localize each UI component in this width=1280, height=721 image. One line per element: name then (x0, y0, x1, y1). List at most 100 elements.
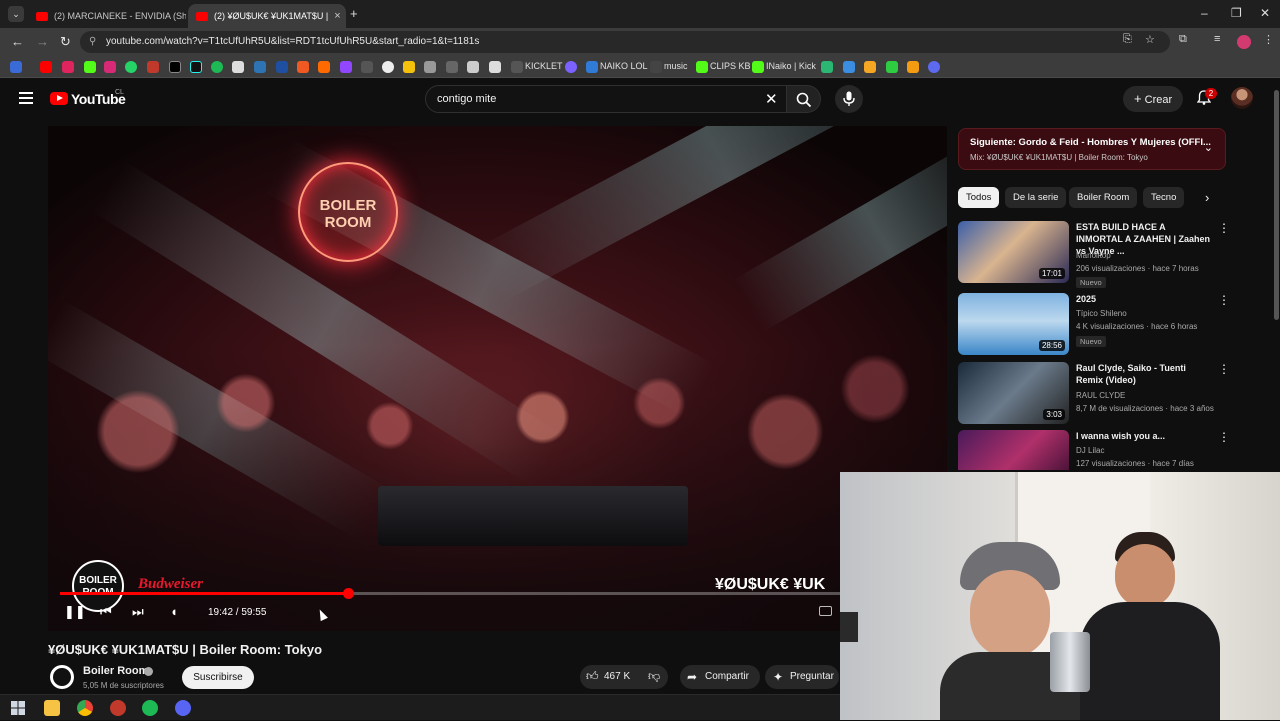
like-count[interactable]: 467 K (604, 671, 630, 682)
video-thumbnail[interactable]: 28:56 (958, 293, 1069, 355)
minimize-icon[interactable]: – (1201, 6, 1208, 20)
chip-todos[interactable]: Todos (958, 187, 1000, 208)
next-icon[interactable]: ⏭ (132, 604, 144, 620)
bookmark-whatsapp-icon[interactable] (125, 61, 137, 73)
more-options-icon[interactable]: ⋮ (1218, 221, 1230, 235)
bookmark-naiko-lol-icon[interactable] (586, 61, 598, 73)
bookmark-icon[interactable] (62, 61, 74, 73)
more-options-icon[interactable]: ⋮ (1218, 293, 1230, 307)
like-icon[interactable]: 👍︎ (586, 669, 599, 684)
recommendation-title[interactable]: Raul Clyde, Saiko - Tuenti Remix (Video) (1076, 362, 1214, 386)
bookmark-icon[interactable] (821, 61, 833, 73)
recommendation-channel[interactable]: DJ Lilac (1076, 446, 1104, 455)
browser-tab-2[interactable]: (2) ¥ØU$UK€ ¥UK1MAT$U | × (188, 4, 346, 28)
chip-de-la-serie[interactable]: De la serie (1005, 187, 1067, 208)
recommendation-item[interactable]: 28:56 2025 Típico Shileno 4 K visualizac… (958, 293, 1230, 357)
bookmark-instagram-icon[interactable] (104, 61, 116, 73)
bookmark-icon[interactable] (382, 61, 394, 73)
youtube-logo-icon[interactable] (50, 92, 68, 105)
bookmark-icon[interactable] (446, 61, 458, 73)
apps-icon[interactable] (10, 61, 22, 73)
create-button[interactable]: + Crear (1123, 86, 1183, 112)
reload-icon[interactable]: ↻ (60, 34, 71, 50)
bookmark-music-icon[interactable] (650, 61, 662, 73)
search-input[interactable]: contigo mite (425, 85, 787, 113)
progress-bar[interactable] (60, 588, 935, 599)
page-scrollbar[interactable] (1274, 90, 1279, 320)
bookmark-clips-icon[interactable] (696, 61, 708, 73)
search-button[interactable] (787, 85, 821, 113)
tab-search-icon[interactable]: ⌄ (8, 6, 24, 22)
bookmark-kick-icon[interactable] (752, 61, 764, 73)
forward-icon[interactable]: → (36, 34, 49, 49)
chip-boiler-room[interactable]: Boiler Room (1069, 187, 1138, 208)
bookmark-kick-icon[interactable] (84, 61, 96, 73)
subscribe-button[interactable]: Suscribirse (182, 666, 254, 689)
bookmark-label[interactable]: INaiko | Kick (766, 61, 816, 71)
back-icon[interactable]: ← (11, 34, 24, 49)
bookmark-icon[interactable] (565, 61, 577, 73)
bookmark-icon[interactable] (147, 61, 159, 73)
bookmark-icon[interactable] (232, 61, 244, 73)
up-next-panel[interactable]: Siguiente: Gordo & Feid - Hombres Y Muje… (958, 128, 1226, 170)
browser-menu-icon[interactable]: ⋮ (1263, 33, 1274, 46)
chrome-icon[interactable] (77, 700, 93, 716)
pause-icon[interactable]: ❚❚ (64, 604, 86, 620)
new-tab-button[interactable]: + (350, 6, 358, 21)
video-thumbnail[interactable]: 17:01 (958, 221, 1069, 283)
recommendation-channel[interactable]: RAUL CLYDE (1076, 391, 1125, 400)
bookmark-label[interactable]: KICKLET (525, 61, 563, 71)
bookmark-kicklet-icon[interactable] (511, 61, 523, 73)
more-options-icon[interactable]: ⋮ (1218, 362, 1230, 376)
chevron-right-icon[interactable]: › (1205, 190, 1209, 205)
bookmark-icon[interactable] (340, 61, 352, 73)
channel-name[interactable]: Boiler Room (83, 665, 148, 677)
share-button[interactable]: ➦ Compartir (680, 665, 760, 689)
browser-tab-1[interactable]: (2) MARCIANEKE - ENVIDIA (Sh × (28, 4, 186, 28)
bookmark-icon[interactable] (297, 61, 309, 73)
bookmark-icon[interactable] (318, 61, 330, 73)
recommendation-item[interactable]: 17:01 ESTA BUILD HACE A INMORTAL A ZAAHE… (958, 221, 1230, 288)
bookmark-icon[interactable] (928, 61, 940, 73)
bookmark-youtube-icon[interactable] (40, 61, 52, 73)
maximize-icon[interactable]: ❐ (1231, 6, 1242, 20)
subtitles-icon[interactable] (819, 606, 832, 616)
discord-icon[interactable] (175, 700, 191, 716)
voice-search-button[interactable] (835, 85, 863, 113)
recommendation-item[interactable]: I wanna wish you a... DJ Lilac 127 visua… (958, 430, 1226, 470)
previous-icon[interactable]: ⏮ (100, 604, 112, 620)
bookmark-star-icon[interactable]: ☆ (1145, 33, 1155, 46)
clear-search-icon[interactable]: ✕ (765, 90, 778, 108)
bookmark-icon[interactable] (403, 61, 415, 73)
progress-scrubber-handle[interactable] (342, 588, 354, 599)
app-icon[interactable] (110, 700, 126, 716)
bookmark-icon[interactable] (254, 61, 266, 73)
profile-icon[interactable] (1237, 35, 1251, 49)
bookmark-icon[interactable] (361, 61, 373, 73)
hamburger-menu-icon[interactable] (19, 92, 33, 104)
bookmark-tiktok-icon[interactable] (190, 61, 202, 73)
bookmark-icon[interactable] (864, 61, 876, 73)
chip-tecno[interactable]: Tecno (1143, 187, 1185, 208)
bookmark-icon[interactable] (489, 61, 501, 73)
recommendation-title[interactable]: I wanna wish you a... (1076, 430, 1214, 442)
recommendation-channel[interactable]: Manolitop (1076, 251, 1111, 260)
channel-avatar[interactable] (50, 665, 74, 689)
media-controls-icon[interactable]: ≡ (1214, 33, 1220, 45)
recommendation-item[interactable]: 3:03 Raul Clyde, Saiko - Tuenti Remix (V… (958, 362, 1230, 426)
extensions-icon[interactable]: ⧉ (1179, 33, 1187, 46)
spotify-icon[interactable] (142, 700, 158, 716)
recommendation-title[interactable]: 2025 (1076, 293, 1214, 305)
bookmark-label[interactable]: music (664, 61, 688, 71)
volume-icon[interactable]: ◖ (170, 604, 178, 619)
recommendation-channel[interactable]: Típico Shileno (1076, 309, 1127, 318)
video-thumbnail[interactable] (958, 430, 1069, 470)
close-window-icon[interactable]: ✕ (1260, 6, 1270, 20)
account-avatar[interactable] (1231, 87, 1253, 109)
more-options-icon[interactable]: ⋮ (1218, 430, 1226, 444)
address-bar[interactable]: ⚲ youtube.com/watch?v=T1tcUfUhR5U&list=R… (80, 31, 1170, 53)
bookmark-icon[interactable] (424, 61, 436, 73)
bookmark-icon[interactable] (467, 61, 479, 73)
chevron-down-icon[interactable]: ⌄ (1204, 141, 1213, 154)
bookmark-spotify-icon[interactable] (211, 61, 223, 73)
